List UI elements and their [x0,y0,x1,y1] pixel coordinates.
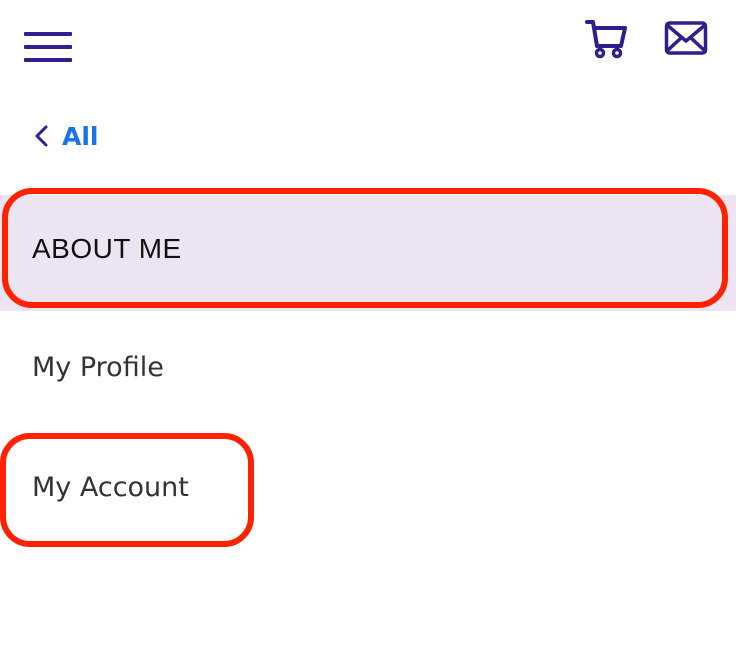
menu-item-my-profile[interactable]: My Profile [0,332,736,412]
shopping-cart-icon-svg [585,20,627,59]
menu-item-label: My Profile [32,352,164,383]
menu-item-my-account[interactable]: My Account [0,452,736,532]
menu-line [24,32,72,36]
section-title: ABOUT ME [32,233,182,264]
hamburger-menu-icon[interactable] [24,28,72,66]
menu-line [24,45,72,49]
chevron-left-icon [35,125,48,147]
top-header [0,0,736,100]
section-header-about-me: ABOUT ME [0,195,736,311]
back-link-label: All [62,121,99,151]
shopping-cart-icon[interactable] [584,18,628,60]
menu-item-label: My Account [32,472,189,503]
envelope-icon[interactable] [664,20,708,56]
back-to-all-link[interactable]: All [32,116,99,156]
menu-line [24,58,72,62]
envelope-icon-svg [664,21,708,55]
